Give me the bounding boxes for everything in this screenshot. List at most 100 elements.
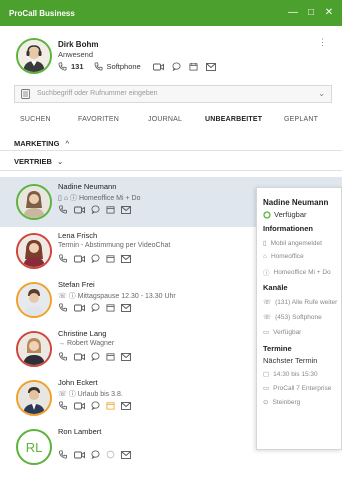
tab-favoriten[interactable]: FAVORITEN xyxy=(78,116,119,123)
avatar xyxy=(16,380,52,416)
my-extension[interactable]: 131 xyxy=(71,62,84,71)
contact-name[interactable]: Christine Lang xyxy=(58,329,106,338)
keypad-icon[interactable] xyxy=(21,89,30,99)
tab-geplant[interactable]: GEPLANT xyxy=(284,116,318,123)
video-icon[interactable] xyxy=(74,451,85,459)
mail-icon[interactable] xyxy=(121,303,131,312)
contact-sub-label: Mittagspause 12.30 - 13.30 Uhr xyxy=(77,293,176,300)
more-menu-icon[interactable]: ⋮ xyxy=(318,37,327,48)
avatar xyxy=(16,331,52,367)
headset-agent-avatar-icon xyxy=(18,40,50,72)
search-input[interactable]: Suchbegriff oder Rufnummer eingeben xyxy=(37,90,158,97)
phone-forward-icon[interactable] xyxy=(58,352,68,361)
chat-icon[interactable] xyxy=(91,303,100,312)
video-icon[interactable] xyxy=(74,353,85,361)
calendar-icon[interactable] xyxy=(106,352,115,361)
mobile-icon: ▯ xyxy=(58,195,62,202)
calendar-icon[interactable] xyxy=(189,62,198,71)
calendar-icon[interactable] xyxy=(106,254,115,263)
chat-icon[interactable] xyxy=(91,401,100,410)
chevron-up-icon: ^ xyxy=(65,139,70,148)
my-avatar[interactable] xyxy=(16,38,52,74)
group-vertrieb[interactable]: VERTRIEB ⌄ xyxy=(14,157,63,166)
my-name: Dirk Bohm xyxy=(58,40,99,49)
presence-icon[interactable] xyxy=(106,450,115,459)
my-presence-card: Dirk Bohm Anwesend 131 Softphone ⋮ xyxy=(0,26,342,84)
phone-forward-icon[interactable] xyxy=(58,205,68,214)
group-vertrieb-label: VERTRIEB xyxy=(14,157,52,166)
mail-icon[interactable] xyxy=(121,401,131,410)
mobile-icon: ▯ xyxy=(263,240,267,247)
group-marketing[interactable]: MARKETING ^ xyxy=(14,139,69,148)
contact-status-note: ▯ ⌂ ⓘ Homeoffice Mi + Do xyxy=(58,193,141,203)
popup-appointment-item: ▢ 14:30 bis 15:30 xyxy=(263,370,318,379)
mail-icon[interactable] xyxy=(121,352,131,361)
popup-presence: Verfügbar xyxy=(263,210,307,219)
video-icon[interactable] xyxy=(74,206,85,214)
phone-icon[interactable] xyxy=(58,450,68,459)
phone-icon[interactable] xyxy=(58,254,68,263)
calendar-icon: ▢ xyxy=(263,371,270,378)
avatar xyxy=(16,282,52,318)
contact-actions xyxy=(58,205,131,214)
video-icon[interactable] xyxy=(74,255,85,263)
video-icon[interactable] xyxy=(74,402,85,410)
popup-next-label: Nächster Termin xyxy=(263,356,318,365)
chat-icon[interactable] xyxy=(91,205,100,214)
contact-name[interactable]: Nadine Neumann xyxy=(58,182,116,191)
popup-channel-item[interactable]: ☏ (453) Softphone xyxy=(263,313,322,322)
contact-sub-label: Termin - Abstimmung per VideoChat xyxy=(58,242,171,249)
my-status[interactable]: Anwesend xyxy=(58,50,93,59)
mail-icon[interactable] xyxy=(121,450,131,459)
chat-icon[interactable] xyxy=(91,254,100,263)
close-button[interactable]: ✕ xyxy=(322,6,336,20)
video-icon[interactable] xyxy=(74,304,85,312)
popup-info-item: ⓘ Homeoffice Mi + Do xyxy=(263,268,331,278)
home-icon: ⌂ xyxy=(63,195,69,202)
softphone-label[interactable]: Softphone xyxy=(107,62,141,71)
mail-icon[interactable] xyxy=(121,205,131,214)
mail-icon[interactable] xyxy=(121,254,131,263)
popup-appointments-title: Termine xyxy=(263,344,292,353)
softphone-icon[interactable] xyxy=(94,62,103,71)
contact-detail-popup: Nadine Neumann Verfügbar Informationen ▯… xyxy=(256,187,342,450)
chat-icon[interactable] xyxy=(91,450,100,459)
contact-status-note: ☏ ⓘ Urlaub bis 3.8. xyxy=(58,389,123,399)
divider xyxy=(0,150,342,151)
tab-unbearbeitet[interactable]: UNBEARBEITET xyxy=(205,116,262,123)
avatar xyxy=(16,233,52,269)
calendar-icon[interactable] xyxy=(106,401,115,410)
forward-icon: ☏ xyxy=(58,391,67,398)
title-bar: ProCall Business — □ ✕ xyxy=(0,0,342,26)
search-box[interactable]: Suchbegriff oder Rufnummer eingeben ⌄ xyxy=(14,85,332,103)
mail-icon[interactable] xyxy=(205,62,216,71)
calendar-icon[interactable] xyxy=(106,303,115,312)
popup-channel-item[interactable]: ☏ (131) Alle Rufe weiter xyxy=(263,298,337,307)
contact-name[interactable]: Lena Frisch xyxy=(58,231,97,240)
avatar xyxy=(16,184,52,220)
video-icon[interactable] xyxy=(152,63,164,71)
maximize-button[interactable]: □ xyxy=(304,6,318,20)
tab-bar: SUCHEN FAVORITEN JOURNAL UNBEARBEITET GE… xyxy=(0,116,342,130)
contact-name[interactable]: Stefan Frei xyxy=(58,280,95,289)
calendar-icon[interactable] xyxy=(106,205,115,214)
contact-actions xyxy=(58,401,131,410)
popup-contact-name: Nadine Neumann xyxy=(263,198,329,207)
minimize-button[interactable]: — xyxy=(286,6,300,20)
chat-icon[interactable] xyxy=(91,352,100,361)
tab-journal[interactable]: JOURNAL xyxy=(148,116,182,123)
tab-suchen[interactable]: SUCHEN xyxy=(20,116,51,123)
phone-icon[interactable] xyxy=(58,62,67,71)
phone-forward-icon[interactable] xyxy=(58,303,68,312)
chevron-down-icon: ⌄ xyxy=(57,157,64,166)
contact-actions xyxy=(58,303,131,312)
chevron-down-icon[interactable]: ⌄ xyxy=(318,89,325,98)
contact-name[interactable]: Ron Lambert xyxy=(58,427,101,436)
divider xyxy=(0,170,342,171)
phone-forward-icon[interactable] xyxy=(58,401,68,410)
popup-channel-item[interactable]: ▭ Verfügbar xyxy=(263,328,301,337)
popup-status: Verfügbar xyxy=(274,210,307,219)
chat-icon[interactable] xyxy=(172,62,181,71)
contact-name[interactable]: John Eckert xyxy=(58,378,98,387)
phone-forward-icon: ☏ xyxy=(263,299,272,306)
